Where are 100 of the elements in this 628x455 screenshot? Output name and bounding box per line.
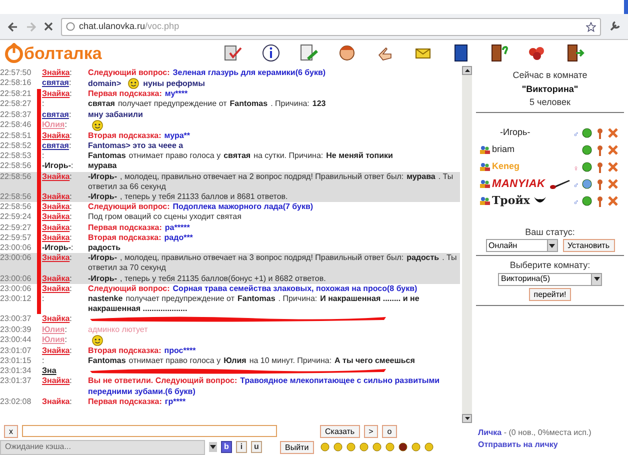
emoticon-icon[interactable] bbox=[320, 442, 330, 452]
nickname-link[interactable]: Знайка bbox=[42, 284, 70, 293]
separator: : bbox=[70, 212, 72, 222]
user-nickname[interactable]: MANYIAK bbox=[492, 176, 546, 192]
timestamp: 23:02:08 bbox=[0, 396, 32, 408]
format-button[interactable]: i bbox=[236, 441, 247, 453]
cross-icon[interactable] bbox=[608, 162, 618, 172]
nickname-link[interactable]: Знайка bbox=[42, 89, 70, 98]
message-text: Следующий вопрос: Подоплека мажорного лада(7 букв) bbox=[88, 202, 314, 212]
user-nickname[interactable]: briam bbox=[492, 143, 515, 157]
message-text: админко лютует bbox=[88, 324, 149, 335]
documents-check-icon[interactable] bbox=[222, 43, 244, 63]
key-icon[interactable] bbox=[596, 128, 604, 138]
format-button[interactable]: u bbox=[251, 441, 262, 453]
emoticon-icon[interactable] bbox=[372, 442, 382, 452]
user-nickname[interactable]: -Игорь- bbox=[500, 126, 530, 140]
scroll-up-icon[interactable] bbox=[462, 66, 472, 75]
timestamp: 22:58:52 bbox=[0, 141, 32, 152]
scroll-down-icon[interactable] bbox=[462, 414, 472, 423]
key-icon[interactable] bbox=[596, 162, 604, 172]
emoticon-icon[interactable] bbox=[410, 442, 421, 452]
key-icon[interactable] bbox=[596, 144, 604, 156]
emoticon-icon[interactable] bbox=[358, 442, 369, 452]
emoticon-icon[interactable] bbox=[398, 442, 408, 452]
separator: : bbox=[68, 110, 72, 119]
message-text: мурава bbox=[88, 161, 118, 172]
nickname-link[interactable]: Знайка bbox=[42, 346, 70, 355]
timestamp: 23:00:06 bbox=[0, 284, 32, 294]
separator: : bbox=[70, 396, 72, 406]
emoticon-icon[interactable] bbox=[346, 442, 356, 452]
timestamp: 22:59:57 bbox=[0, 232, 32, 244]
status-label: Ваш статус: bbox=[525, 226, 575, 239]
timestamp: 22:58:51 bbox=[0, 130, 32, 142]
cross-icon[interactable] bbox=[608, 196, 618, 206]
nickname-link[interactable]: Знайка bbox=[42, 202, 70, 212]
timestamp: 23:00:06 bbox=[0, 274, 32, 284]
document-pen-icon[interactable] bbox=[298, 43, 320, 63]
separator: : bbox=[64, 324, 67, 334]
go-button[interactable]: перейти! bbox=[528, 288, 572, 300]
message-text: Вторая подсказка: мура** bbox=[88, 130, 191, 142]
dropdown-arrow-icon[interactable] bbox=[209, 442, 217, 452]
separator: : bbox=[70, 274, 72, 283]
send-private-link[interactable]: Отправить на личку bbox=[478, 439, 628, 451]
nickname-link[interactable]: Знайка bbox=[42, 68, 70, 77]
message-text: Fantomas отнимает право голоса у Юлия на 10 минут. Причина: А ты чего смеешься bbox=[88, 356, 416, 366]
nickname-link[interactable]: Знайка bbox=[42, 376, 70, 386]
star-icon[interactable] bbox=[586, 22, 596, 32]
nickname-link[interactable]: Знайка bbox=[42, 222, 70, 232]
nickname-link[interactable]: святая bbox=[42, 78, 69, 88]
nickname-link[interactable]: Знайка bbox=[42, 130, 70, 140]
cross-icon[interactable] bbox=[608, 145, 618, 155]
status-select[interactable]: Онлайн bbox=[486, 239, 558, 252]
message-text: -Игорь- , теперь у тебя 21133 баллов и 8681 ответов. bbox=[88, 192, 289, 202]
nickname-link[interactable]: Знайка bbox=[42, 212, 70, 222]
close-icon[interactable] bbox=[44, 22, 53, 31]
separator: : bbox=[42, 151, 44, 160]
small-button[interactable]: o bbox=[382, 424, 397, 438]
cross-icon[interactable] bbox=[608, 179, 618, 189]
nickname-link[interactable]: святая bbox=[42, 141, 69, 150]
format-button[interactable]: b bbox=[221, 441, 232, 453]
message-text: Fantomas> это за чеее а bbox=[88, 141, 184, 152]
private-messages-info: - (0 нов., 0%места исп.) bbox=[502, 428, 592, 437]
timestamp: 23:00:06 bbox=[0, 243, 32, 254]
set-status-button[interactable]: Установить bbox=[562, 239, 614, 252]
private-messages-link[interactable]: Личка bbox=[478, 428, 502, 437]
cross-icon[interactable] bbox=[608, 128, 618, 138]
user-nickname[interactable]: Тройх bbox=[492, 192, 530, 210]
scrollbar[interactable] bbox=[462, 66, 472, 423]
room-name: "Викторина" bbox=[522, 82, 578, 96]
smiley-icon bbox=[128, 78, 140, 90]
page-icon bbox=[66, 22, 75, 31]
back-arrow-icon[interactable] bbox=[8, 22, 18, 32]
emoticon-icon[interactable] bbox=[424, 442, 434, 452]
info-icon[interactable] bbox=[260, 43, 282, 63]
separator: : bbox=[70, 346, 72, 355]
key-icon[interactable] bbox=[596, 196, 604, 206]
nickname-link[interactable]: Знайка bbox=[42, 314, 70, 324]
timestamp: 23:00:12 bbox=[0, 294, 32, 306]
message-text: Fantomas отнимает право голоса у святая на сутки. Причина: Не меняй топики bbox=[88, 151, 394, 162]
timestamp: 22:58:21 bbox=[0, 89, 32, 100]
timestamp: 23:01:37 bbox=[0, 376, 32, 388]
nickname-link[interactable]: Знайка bbox=[42, 232, 70, 242]
address-bar[interactable]: chat.ulanovka.ru/voc.php bbox=[61, 18, 601, 36]
separator: : bbox=[64, 120, 67, 129]
emoticon-icon[interactable] bbox=[332, 442, 343, 452]
send-button[interactable]: Сказать bbox=[320, 424, 360, 438]
emoticon-icon[interactable] bbox=[384, 442, 395, 452]
clear-button[interactable]: x bbox=[4, 424, 18, 438]
wrench-icon[interactable] bbox=[609, 21, 620, 32]
nickname-link[interactable]: святая bbox=[42, 110, 69, 119]
small-button[interactable]: > bbox=[364, 424, 378, 438]
room-select[interactable]: Викторина(5) bbox=[498, 272, 602, 286]
message-text: Вы не ответили. Следующий вопрос: Травоядное млекопитающее с сильно развитыми передними зубами.(6 букв) bbox=[88, 376, 441, 397]
message-text: -Игорь- , молодец, правильно отвечает на 2 вопрос подряд! Правильный ответ был: мурава . Ты ответил за 66 секунд bbox=[88, 172, 454, 192]
gender-sign: ♂ bbox=[573, 181, 579, 190]
exit-button[interactable]: Выйти bbox=[280, 440, 314, 454]
key-icon[interactable] bbox=[596, 178, 604, 190]
nickname-link[interactable]: Зна bbox=[42, 366, 56, 376]
message-input[interactable] bbox=[22, 425, 277, 437]
logo-icon bbox=[4, 43, 24, 63]
